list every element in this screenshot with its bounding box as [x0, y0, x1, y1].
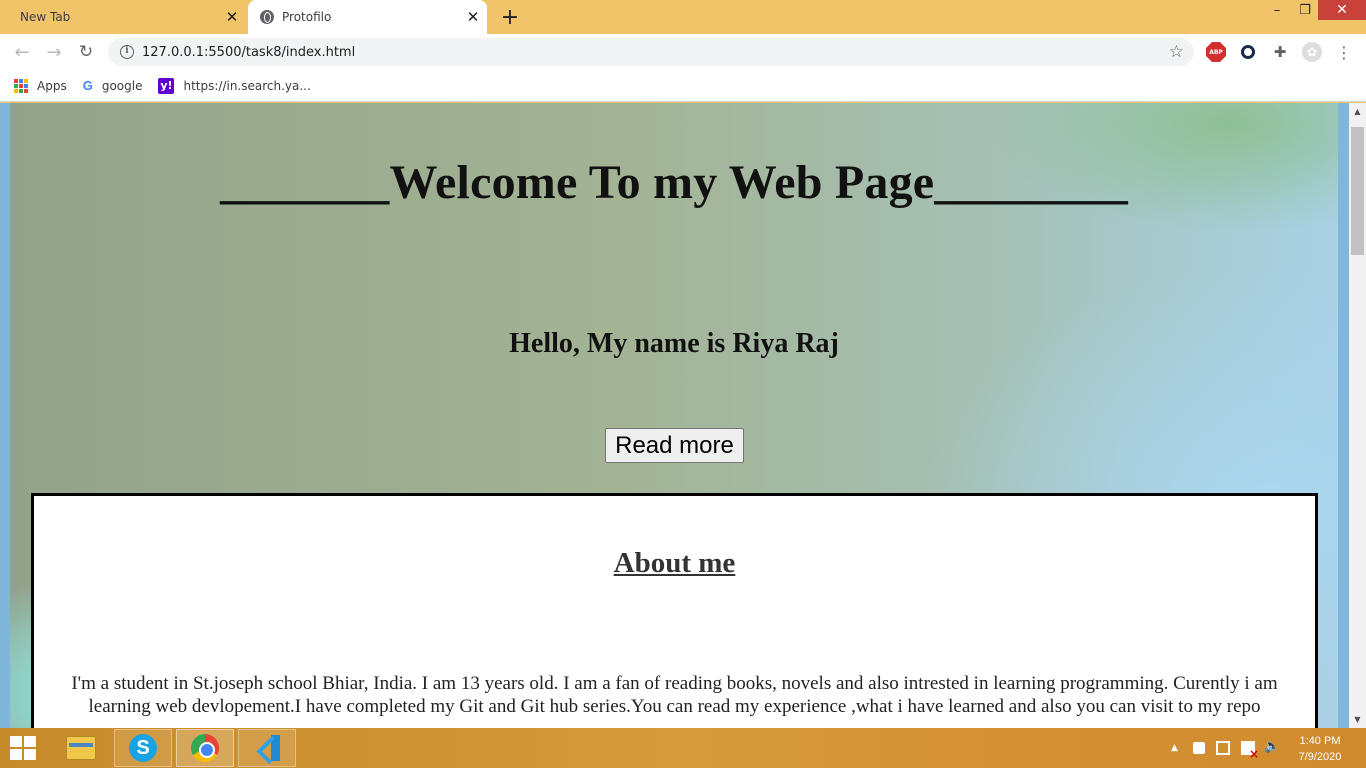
bookmark-yahoo[interactable]: y! https://in.search.ya... — [158, 77, 311, 94]
bookmark-label: https://in.search.ya... — [183, 78, 311, 93]
windows-start-icon[interactable] — [10, 736, 38, 762]
url-text[interactable]: 127.0.0.1:5500/task8/index.html — [142, 45, 355, 60]
bookmark-apps[interactable]: Apps — [14, 78, 67, 93]
windows-taskbar: S ▲ 🔈 1:40 PM 7/9/2020 — [0, 728, 1366, 768]
tab-label: Protofilo — [282, 10, 332, 24]
bookmarks-bar: Apps G google y! https://in.search.ya... — [0, 70, 1366, 102]
clock-date: 7/9/2020 — [1298, 751, 1342, 763]
tab-label: New Tab — [20, 10, 71, 24]
clock-time: 1:40 PM — [1299, 735, 1341, 747]
folder-icon — [66, 736, 96, 760]
scroll-thumb[interactable] — [1351, 127, 1364, 255]
volume-icon[interactable]: 🔈 — [1264, 739, 1280, 754]
adblock-plus-icon[interactable]: ABP — [1206, 42, 1226, 62]
vertical-scrollbar[interactable]: ▲ ▼ — [1349, 103, 1366, 728]
about-section: About me I'm a student in St.joseph scho… — [31, 493, 1318, 728]
vscode-icon — [254, 735, 280, 761]
action-center-flag-icon[interactable] — [1241, 741, 1259, 761]
file-explorer-taskbar-button[interactable] — [52, 729, 110, 767]
minimize-button[interactable]: – — [1262, 0, 1292, 20]
address-bar[interactable]: i 127.0.0.1:5500/task8/index.html ☆ — [108, 38, 1194, 66]
page-viewport: _______Welcome To my Web Page________ He… — [0, 103, 1366, 728]
extensions-puzzle-icon[interactable]: ✚ — [1270, 42, 1290, 62]
vscode-taskbar-button[interactable] — [238, 729, 296, 767]
tab-strip: New Tab ✕ Protofilo ✕ + – ❐ ✕ — [0, 0, 1366, 34]
show-hidden-icons-arrow-icon[interactable]: ▲ — [1171, 743, 1178, 753]
skype-taskbar-button[interactable]: S — [114, 729, 172, 767]
close-window-button[interactable]: ✕ — [1318, 0, 1366, 20]
new-tab-button[interactable]: + — [496, 3, 524, 31]
about-title: About me — [613, 547, 736, 579]
bookmark-label: Apps — [37, 78, 67, 93]
google-icon: G — [82, 78, 93, 93]
browser-toolbar: ← → ↻ i 127.0.0.1:5500/task8/index.html … — [0, 34, 1366, 70]
tab-new-tab[interactable]: New Tab ✕ — [0, 0, 246, 34]
search-extension-icon[interactable] — [1238, 42, 1258, 62]
bookmark-label: google — [101, 78, 143, 93]
skype-icon: S — [129, 734, 157, 762]
chrome-icon — [191, 734, 219, 762]
network-icon[interactable] — [1216, 741, 1230, 755]
hello-heading: Hello, My name is Riya Raj — [509, 328, 839, 359]
bookmark-star-icon[interactable]: ☆ — [1169, 42, 1184, 62]
abp-label: ABP — [1209, 48, 1223, 56]
scroll-down-arrow-icon[interactable]: ▼ — [1349, 711, 1366, 728]
apps-grid-icon — [14, 78, 28, 93]
menu-kebab-icon[interactable]: ⋮ — [1334, 42, 1354, 62]
welcome-heading: _______Welcome To my Web Page________ — [220, 156, 1128, 209]
read-more-button[interactable]: Read more — [605, 428, 744, 463]
profile-avatar[interactable]: ✿ — [1302, 42, 1322, 62]
scroll-up-arrow-icon[interactable]: ▲ — [1349, 103, 1366, 120]
chrome-taskbar-button[interactable] — [176, 729, 234, 767]
globe-icon — [260, 10, 274, 24]
forward-button[interactable]: → — [40, 38, 68, 66]
reload-button[interactable]: ↻ — [72, 38, 100, 66]
onedrive-icon[interactable] — [1193, 742, 1205, 754]
info-icon[interactable]: i — [120, 45, 134, 59]
close-icon[interactable]: ✕ — [459, 3, 487, 31]
bookmark-google[interactable]: G google — [83, 78, 143, 93]
yahoo-icon: y! — [158, 77, 175, 94]
restore-button[interactable]: ❐ — [1290, 0, 1320, 20]
tab-protofilo[interactable]: Protofilo ✕ — [248, 0, 487, 34]
close-icon[interactable]: ✕ — [218, 3, 246, 31]
about-text: I'm a student in St.joseph school Bhiar,… — [71, 673, 1278, 717]
page-background: _______Welcome To my Web Page________ He… — [10, 103, 1338, 728]
system-clock[interactable]: 1:40 PM 7/9/2020 — [1295, 733, 1345, 765]
back-button[interactable]: ← — [8, 38, 36, 66]
